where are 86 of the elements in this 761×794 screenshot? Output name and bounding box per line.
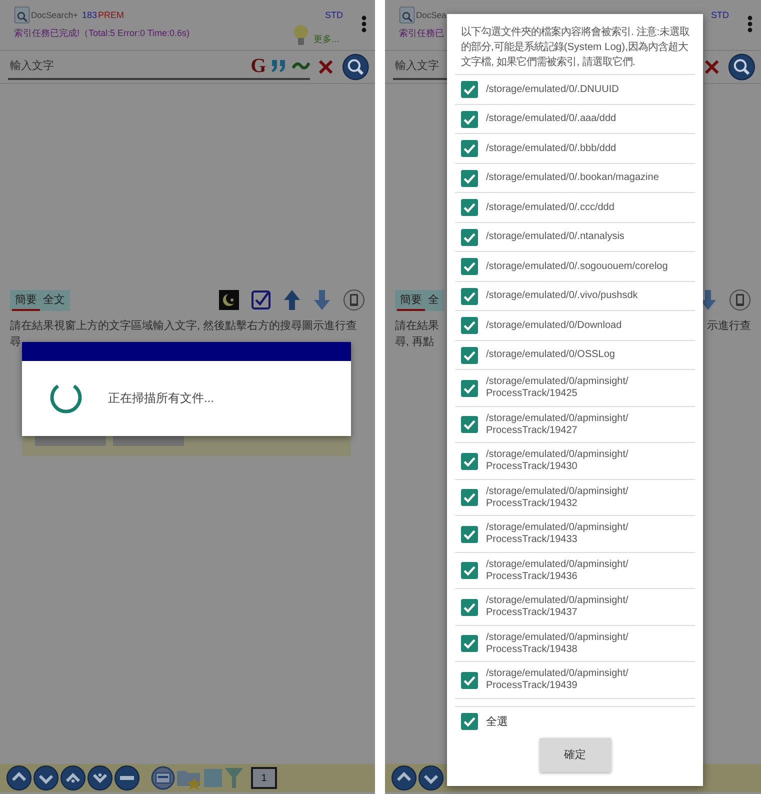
folder-path: /storage/emulated/0/apminsight/ ProcessTrack/19433 bbox=[486, 522, 628, 546]
checkbox[interactable] bbox=[461, 562, 478, 579]
folder-path: /storage/emulated/0/apminsight/ ProcessTrack/19425 bbox=[486, 376, 628, 400]
confirm-button[interactable]: 確定 bbox=[540, 738, 610, 772]
view-tab[interactable]: 全文 bbox=[40, 290, 68, 310]
checkbox[interactable] bbox=[461, 380, 478, 396]
checkbox[interactable] bbox=[461, 712, 478, 730]
checkbox[interactable] bbox=[461, 228, 478, 246]
folder-path: /storage/emulated/0/apminsight/ ProcessTrack/19427 bbox=[486, 412, 628, 436]
google-button[interactable]: G bbox=[250, 56, 266, 76]
app-name: DocSea bbox=[416, 10, 446, 20]
more-link[interactable]: 更多... bbox=[313, 33, 339, 46]
clear-icon[interactable] bbox=[704, 59, 720, 75]
view-tab[interactable]: 全 bbox=[425, 290, 442, 310]
folder-path: /storage/emulated/0/apminsight/ ProcessTrack/19439 bbox=[486, 668, 628, 692]
dialog-message: 以下勾選文件夾的檔案內容將會被索引. 注意:未選取的部分,可能是系統記錄(System Log),因為內含超大文字檔, 如果它們需被索引, 請選取它們. bbox=[460, 25, 691, 70]
clear-icon[interactable] bbox=[318, 59, 334, 75]
select-all-label: 全選 bbox=[486, 714, 508, 728]
version-number: 183 bbox=[82, 10, 98, 20]
checkbox[interactable] bbox=[461, 452, 478, 470]
license-label: STD bbox=[711, 10, 729, 20]
folder-path: /storage/emulated/0/apminsight/ ProcessTrack/19437 bbox=[486, 595, 628, 619]
help-text: 尋 bbox=[10, 335, 21, 350]
folder-path: /storage/emulated/0/.ccc/ddd bbox=[486, 202, 614, 214]
help-text: 請在結果視窗上方的文字區域輸入文字, 然後點擊右方的搜尋圖示進行查 bbox=[10, 318, 358, 334]
more-menu-icon[interactable] bbox=[747, 15, 753, 33]
document-search-icon[interactable] bbox=[14, 5, 30, 25]
help-text: 示進行查 bbox=[707, 319, 751, 334]
folder-path: /storage/emulated/0/apminsight/ ProcessTrack/19432 bbox=[486, 486, 628, 510]
down-button[interactable] bbox=[418, 765, 444, 791]
tilde-icon[interactable] bbox=[292, 61, 310, 71]
view-tab[interactable]: 簡要 bbox=[397, 290, 425, 310]
more-menu-icon[interactable] bbox=[361, 15, 367, 33]
phone-icon[interactable] bbox=[343, 289, 365, 311]
folder-path: /storage/emulated/0/OSSLog bbox=[486, 349, 615, 361]
checkbox[interactable] bbox=[461, 346, 478, 364]
checkbox-icon[interactable] bbox=[251, 290, 271, 310]
checkbox[interactable] bbox=[461, 489, 478, 506]
book-button[interactable]: 1 bbox=[251, 767, 277, 789]
checkbox[interactable] bbox=[461, 170, 478, 186]
folder-path: /storage/emulated/0/.DNUUID bbox=[486, 84, 619, 96]
folder-path: /storage/emulated/0/.bookan/magazine bbox=[486, 172, 659, 184]
folder-path: /storage/emulated/0/.sogououem/corelog bbox=[486, 260, 668, 272]
edition-label: PREM bbox=[98, 10, 124, 20]
status-message: 索引任務已 bbox=[399, 27, 444, 40]
folder-path: /storage/emulated/0/apminsight/ ProcessTrack/19430 bbox=[486, 449, 628, 473]
up-button[interactable] bbox=[391, 765, 417, 791]
checkbox[interactable] bbox=[461, 672, 478, 688]
down-button[interactable] bbox=[87, 765, 113, 791]
document-search-icon[interactable] bbox=[399, 5, 415, 25]
up-arrow-icon[interactable] bbox=[283, 289, 301, 311]
search-icon[interactable] bbox=[342, 53, 369, 81]
folder-path: /storage/emulated/0/.aaa/ddd bbox=[486, 113, 616, 125]
moon-icon[interactable] bbox=[219, 290, 239, 310]
checkbox[interactable] bbox=[461, 635, 478, 652]
folder-path: /storage/emulated/0/.ntanalysis bbox=[486, 231, 624, 243]
down-button[interactable] bbox=[33, 765, 59, 791]
folder-path: /storage/emulated/0/apminsight/ ProcessTrack/19438 bbox=[486, 632, 628, 656]
checkbox[interactable] bbox=[461, 526, 478, 542]
checkbox[interactable] bbox=[461, 317, 478, 334]
checkbox[interactable] bbox=[461, 81, 478, 98]
phone-icon[interactable] bbox=[729, 289, 751, 311]
search-field[interactable]: 輸入文字 bbox=[8, 54, 251, 80]
checkbox[interactable] bbox=[461, 110, 478, 128]
checkbox[interactable] bbox=[461, 199, 478, 216]
view-tab[interactable]: 簡要 bbox=[12, 290, 40, 310]
checkbox[interactable] bbox=[461, 598, 478, 616]
checkbox[interactable] bbox=[461, 258, 478, 275]
app-name: DocSearch+ bbox=[31, 10, 78, 20]
folder-path: /storage/emulated/0/.bbb/ddd bbox=[486, 142, 616, 154]
search-icon[interactable] bbox=[728, 53, 755, 81]
status-message: 索引任務已完成!（Total:5 Error:0 Time:0.6s) bbox=[14, 27, 190, 40]
up-button[interactable] bbox=[60, 765, 86, 791]
help-text: 請在結果 bbox=[395, 319, 439, 334]
folder-path: /storage/emulated/0/Download bbox=[486, 320, 622, 332]
command-icon[interactable] bbox=[151, 766, 175, 790]
checkbox[interactable] bbox=[461, 140, 478, 157]
folder-path: /storage/emulated/0/.vivo/pushsdk bbox=[486, 290, 638, 302]
license-label: STD bbox=[325, 10, 343, 20]
folder-path: /storage/emulated/0/apminsight/ ProcessTrack/19436 bbox=[486, 558, 628, 582]
progress-message: 正在掃描所有文件... bbox=[108, 390, 214, 407]
checkbox[interactable] bbox=[461, 288, 478, 304]
checkbox[interactable] bbox=[461, 416, 478, 433]
up-button[interactable] bbox=[6, 765, 32, 791]
minus-button[interactable] bbox=[114, 765, 140, 791]
help-text: 尋, 再點 bbox=[395, 335, 434, 350]
